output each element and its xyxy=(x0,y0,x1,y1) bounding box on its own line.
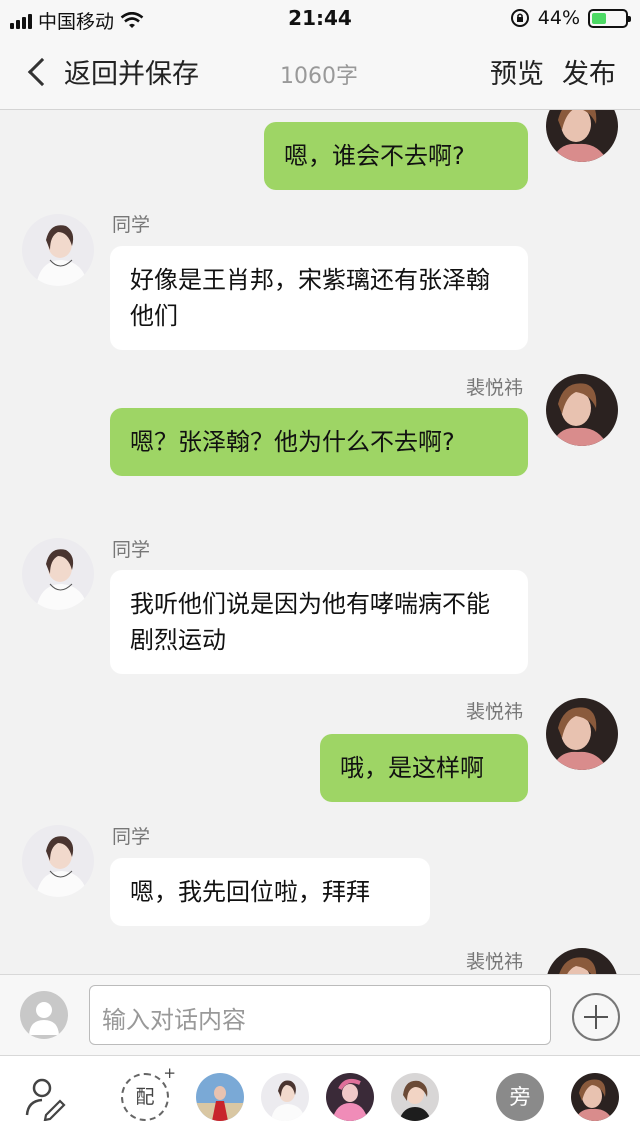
message-bubble[interactable]: 嗯，谁会不去啊? xyxy=(264,122,528,190)
avatar-pei-yueyi[interactable] xyxy=(546,374,618,446)
chevron-left-icon xyxy=(27,57,57,86)
voice-role-label: 配 xyxy=(135,1086,155,1108)
character-avatar[interactable] xyxy=(391,1073,439,1121)
battery-icon xyxy=(588,8,631,28)
character-avatar[interactable] xyxy=(196,1073,244,1121)
message-bubble[interactable]: 哦，是这样啊 xyxy=(320,734,528,802)
character-bar: 配 + 旁 xyxy=(0,1056,640,1139)
back-and-save-button[interactable]: 返回并保存 xyxy=(27,52,199,91)
status-bar: 中国移动 21:44 44% xyxy=(0,0,640,36)
message-bubble[interactable]: 嗯，我先回位啦，拜拜 xyxy=(110,858,430,926)
sender-name: 同学 xyxy=(112,826,151,848)
input-bar: 输入对话内容 xyxy=(0,974,640,1056)
nav-bar: 返回并保存 1060字 预览 发布 xyxy=(0,36,640,110)
sender-name: 裴悦祎 xyxy=(466,701,524,723)
avatar-classmate[interactable] xyxy=(22,825,94,897)
sender-name: 同学 xyxy=(112,214,151,236)
plus-icon[interactable] xyxy=(572,993,620,1041)
character-avatar[interactable] xyxy=(261,1073,309,1121)
narrator-button[interactable]: 旁 xyxy=(496,1073,544,1121)
character-avatar[interactable] xyxy=(456,1073,470,1121)
edit-characters-icon[interactable] xyxy=(22,1073,70,1121)
orientation-lock-icon xyxy=(510,9,529,27)
user-icon[interactable] xyxy=(20,991,68,1039)
avatar-pei-yueyi[interactable] xyxy=(546,110,618,162)
chat-area[interactable]: 嗯，谁会不去啊? 同学 好像是王肖邦，宋紫璃还有张泽翰他们 裴悦祎 嗯？张泽翰？… xyxy=(0,110,640,974)
voice-role-button[interactable]: 配 + xyxy=(121,1066,176,1121)
preview-button[interactable]: 预览 xyxy=(490,52,544,91)
status-right: 44% xyxy=(510,7,631,29)
voice-role-plus: + xyxy=(163,1064,176,1082)
sender-name: 裴悦祎 xyxy=(466,951,524,973)
character-avatar[interactable] xyxy=(571,1073,619,1121)
dialog-input[interactable]: 输入对话内容 xyxy=(89,985,551,1045)
battery-percent: 44% xyxy=(537,7,580,29)
back-label: 返回并保存 xyxy=(64,59,199,90)
avatar-classmate[interactable] xyxy=(22,214,94,286)
message-bubble[interactable]: 我听他们说是因为他有哮喘病不能剧烈运动 xyxy=(110,570,528,674)
sender-name: 裴悦祎 xyxy=(466,377,524,399)
character-avatar[interactable] xyxy=(326,1073,374,1121)
avatar-pei-yueyi[interactable] xyxy=(546,948,618,974)
word-count: 1060字 xyxy=(280,64,358,89)
avatar-classmate[interactable] xyxy=(22,538,94,610)
sender-name: 同学 xyxy=(112,539,151,561)
publish-button[interactable]: 发布 xyxy=(562,52,616,91)
message-bubble[interactable]: 嗯？张泽翰？他为什么不去啊? xyxy=(110,408,528,476)
message-bubble[interactable]: 好像是王肖邦，宋紫璃还有张泽翰他们 xyxy=(110,246,528,350)
avatar-pei-yueyi[interactable] xyxy=(546,698,618,770)
